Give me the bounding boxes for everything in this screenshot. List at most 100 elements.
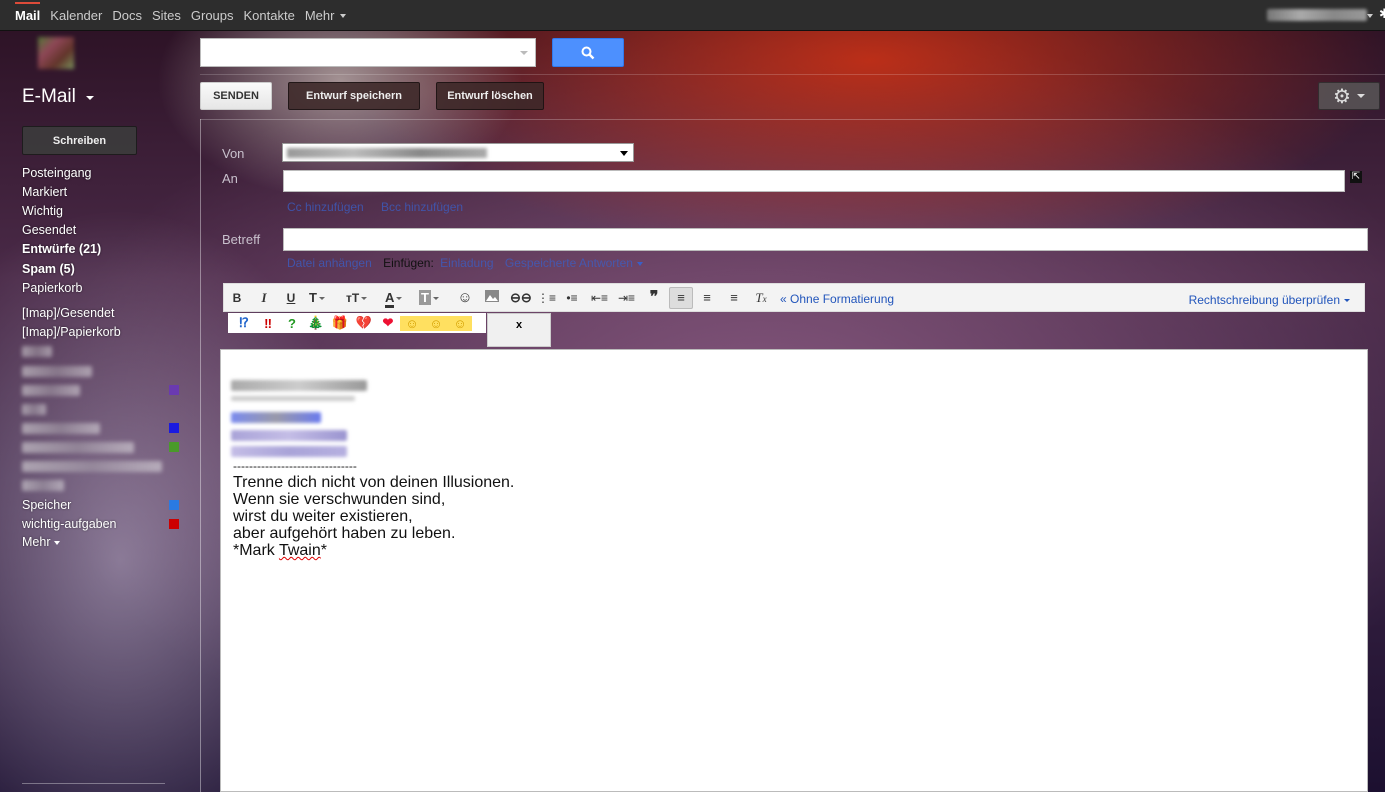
label-color-swatch[interactable] [169, 519, 179, 529]
popout-icon[interactable]: ⇱ [1350, 171, 1362, 183]
highlight-icon[interactable]: T [419, 289, 439, 307]
attach-file-link[interactable]: Datei anhängen [287, 256, 372, 270]
spellcheck-link[interactable]: Rechtschreibung überprüfen [1189, 293, 1350, 307]
nav-groups[interactable]: Groups [191, 8, 234, 23]
chevron-down-icon[interactable] [636, 261, 643, 266]
sidebar-item-sent[interactable]: Gesendet [22, 221, 76, 239]
emoji-palette: ⁉ ‼ ? 🎄 🎁 💔 ❤ ☺ ☺ ☺ [228, 313, 486, 333]
sidebar-item-drafts[interactable]: Entwürfe (21) [22, 240, 101, 258]
nav-more[interactable]: Mehr [305, 8, 347, 23]
clear-format-icon[interactable]: Tx [753, 289, 769, 307]
subject-field[interactable] [283, 228, 1368, 251]
search-icon [581, 46, 595, 59]
smiley-emoji-icon[interactable]: ☺ [424, 315, 448, 331]
image-icon[interactable] [484, 289, 500, 307]
subject-label: Betreff [222, 232, 261, 247]
top-nav: Mail Kalender Docs Sites Groups Kontakte… [10, 0, 351, 31]
align-center-icon[interactable]: ≡ [699, 289, 715, 307]
numbered-list-icon[interactable]: ⋮≡ [537, 289, 556, 307]
nav-calendar[interactable]: Kalender [50, 8, 102, 23]
plain-text-link[interactable]: « Ohne Formatierung [780, 292, 894, 306]
nav-sites[interactable]: Sites [152, 8, 181, 23]
close-emoji-palette-button[interactable]: x [487, 313, 551, 347]
quote-author-suffix: * [320, 542, 327, 559]
quote-author: *Mark Twain* [233, 542, 514, 559]
sidebar-more[interactable]: Mehr [22, 533, 60, 551]
label-color-swatch[interactable] [169, 500, 179, 510]
sidebar-item-important[interactable]: Wichtig [22, 202, 63, 220]
link-icon[interactable]: ⊖⊖ [510, 289, 532, 307]
sidebar-label-blurred[interactable] [22, 404, 46, 415]
send-button[interactable]: SENDEN [200, 82, 272, 110]
sidebar-label-blurred[interactable] [22, 346, 52, 357]
canned-responses-link[interactable]: Gespeicherte Antworten [505, 256, 633, 270]
sidebar-label-blurred[interactable] [22, 461, 162, 472]
add-cc-link[interactable]: Cc hinzufügen [287, 200, 364, 214]
compose-button[interactable]: Schreiben [22, 126, 137, 155]
sidebar-label-imap-trash[interactable]: [Imap]/Papierkorb [22, 323, 121, 341]
chevron-down-icon [1356, 94, 1365, 98]
emoji-icon[interactable]: ☺ [457, 289, 473, 307]
double-exclamation-emoji-icon[interactable]: ‼ [256, 316, 280, 331]
interrobang-emoji-icon[interactable]: ⁉ [232, 315, 256, 331]
text-color-icon[interactable]: A [385, 289, 403, 308]
account-email-blurred[interactable] [1267, 9, 1367, 21]
align-right-icon[interactable]: ≡ [726, 289, 742, 307]
sidebar-label-imap-sent[interactable]: [Imap]/Gesendet [22, 304, 114, 322]
question-emoji-icon[interactable]: ? [280, 316, 304, 331]
bullet-list-icon[interactable]: •≡ [564, 289, 580, 307]
logo[interactable] [38, 37, 74, 69]
save-draft-button[interactable]: Entwurf speichern [288, 82, 420, 110]
sidebar-label-blurred[interactable] [22, 480, 64, 491]
chevron-down-icon [620, 151, 628, 156]
add-bcc-link[interactable]: Bcc hinzufügen [381, 200, 463, 214]
bold-icon[interactable]: B [229, 289, 245, 307]
nav-mail[interactable]: Mail [15, 2, 41, 23]
nav-docs[interactable]: Docs [112, 8, 142, 23]
from-select[interactable] [282, 143, 634, 162]
outdent-icon[interactable]: ⇤≡ [591, 289, 608, 307]
quote-icon[interactable]: ❞ [646, 289, 662, 307]
underline-icon[interactable]: U [283, 289, 299, 307]
italic-icon[interactable]: I [256, 289, 272, 307]
sidebar-label-wichtig-aufgaben[interactable]: wichtig-aufgaben [22, 515, 117, 533]
sidebar-label-speicher[interactable]: Speicher [22, 496, 71, 514]
insert-invitation-link[interactable]: Einladung [440, 256, 493, 270]
delete-draft-button[interactable]: Entwurf löschen [436, 82, 544, 110]
smiley-emoji-icon[interactable]: ☺ [400, 315, 424, 331]
gift-emoji-icon[interactable]: 🎁 [328, 315, 352, 331]
from-address-blurred [287, 148, 487, 158]
sidebar-item-inbox[interactable]: Posteingang [22, 164, 92, 182]
signature-blurred [231, 430, 347, 441]
sidebar-item-starred[interactable]: Markiert [22, 183, 67, 201]
chevron-down-icon[interactable] [520, 51, 528, 55]
app-title[interactable]: E-Mail [22, 86, 76, 108]
message-body[interactable]: ------------------------------- Trenne d… [220, 349, 1368, 792]
heart-emoji-icon[interactable]: ❤ [376, 315, 400, 331]
smiley-emoji-icon[interactable]: ☺ [448, 315, 472, 331]
christmas-tree-emoji-icon[interactable]: 🎄 [304, 315, 328, 331]
label-color-swatch[interactable] [169, 385, 179, 395]
label-color-swatch[interactable] [169, 442, 179, 452]
search-button[interactable] [552, 38, 624, 67]
font-icon[interactable]: T [309, 289, 325, 307]
from-label: Von [222, 146, 245, 161]
font-size-icon[interactable]: тT [346, 289, 368, 307]
sidebar-item-spam[interactable]: Spam (5) [22, 260, 75, 278]
label-color-swatch[interactable] [169, 423, 179, 433]
sidebar-label-blurred[interactable] [22, 366, 92, 377]
sidebar-label-blurred[interactable] [22, 423, 100, 434]
align-left-icon[interactable]: ≡ [669, 287, 693, 309]
nav-contacts[interactable]: Kontakte [244, 8, 295, 23]
sidebar-label-blurred[interactable] [22, 385, 80, 396]
search-input[interactable] [200, 38, 536, 67]
sidebar-label-blurred[interactable] [22, 442, 134, 453]
signature-blurred [231, 380, 367, 391]
settings-button[interactable]: ⚙ [1318, 82, 1380, 110]
broken-heart-emoji-icon[interactable]: 💔 [352, 315, 376, 331]
indent-icon[interactable]: ⇥≡ [618, 289, 635, 307]
sidebar-item-trash[interactable]: Papierkorb [22, 279, 82, 297]
signature-link-blurred [231, 412, 321, 423]
to-field[interactable] [283, 170, 1345, 192]
chevron-down-icon[interactable] [86, 96, 94, 100]
